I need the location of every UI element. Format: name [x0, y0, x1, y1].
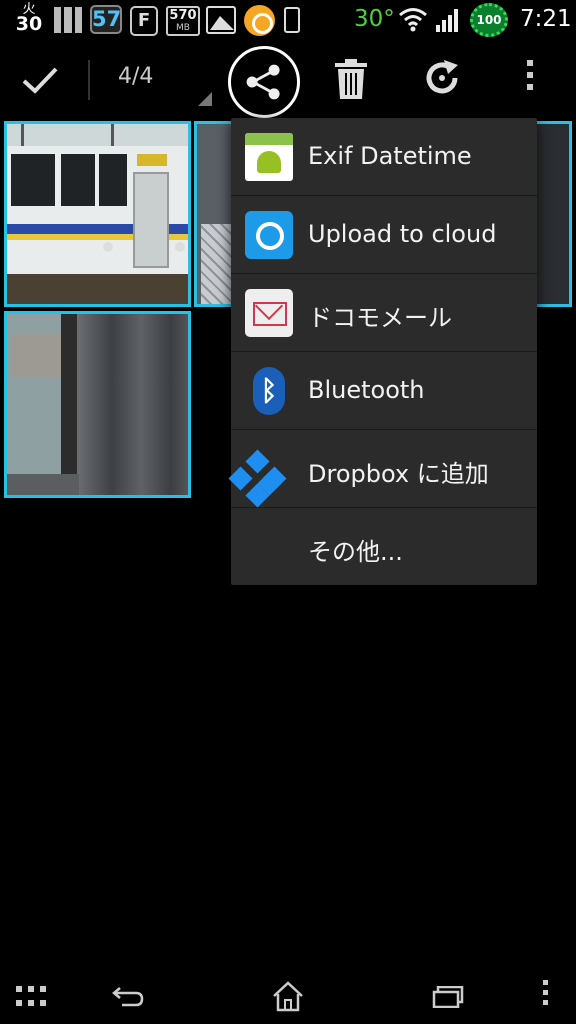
menu-item-docomo-mail[interactable]: ドコモメール	[231, 274, 537, 352]
menu-item-upload-to-cloud[interactable]: Upload to cloud	[231, 196, 537, 274]
status-bar: 火 30 57 F 570 MB 30° 100 7:21	[0, 0, 576, 40]
train-door	[133, 172, 169, 268]
gallery-icon	[206, 6, 236, 34]
apps-icon[interactable]	[16, 986, 50, 1008]
action-bar-divider	[88, 60, 90, 100]
window-house	[11, 334, 63, 378]
action-bar: 4/4	[0, 40, 576, 118]
signal-icon	[436, 9, 458, 32]
menu-item-dropbox[interactable]: Dropbox に追加	[231, 430, 537, 508]
menu-item-exif-datetime[interactable]: Exif Datetime	[231, 118, 537, 196]
window-sill	[7, 474, 79, 495]
menu-item-label: Dropbox に追加	[308, 460, 489, 488]
track	[7, 274, 188, 304]
wifi-icon	[399, 8, 427, 32]
menu-icon[interactable]	[540, 980, 550, 1010]
rotate-icon[interactable]	[422, 58, 462, 98]
phone-icon	[284, 7, 300, 33]
train-window	[11, 154, 55, 206]
mail-icon	[245, 289, 293, 337]
notification-count-icon: 57	[90, 5, 122, 34]
memory-value: 570	[169, 8, 197, 23]
memory-unit: MB	[176, 23, 190, 33]
menu-item-label: Bluetooth	[308, 376, 425, 404]
menu-item-label: Exif Datetime	[308, 142, 472, 170]
curtain	[77, 314, 188, 495]
menu-item-label: その他...	[308, 538, 403, 566]
storage-bars-icon	[54, 7, 82, 33]
thumb-dark-strip	[537, 124, 569, 304]
check-icon[interactable]	[20, 60, 60, 100]
train-light	[175, 242, 185, 252]
cloud-upload-icon	[245, 211, 293, 259]
menu-item-bluetooth[interactable]: ᛒ Bluetooth	[231, 352, 537, 430]
dropbox-icon	[245, 445, 293, 493]
train-window	[61, 154, 95, 206]
back-icon[interactable]	[110, 984, 146, 1008]
clock: 7:21	[520, 6, 572, 32]
recent-apps-icon[interactable]	[432, 986, 464, 1008]
menu-item-more[interactable]: その他...	[231, 508, 537, 586]
overflow-icon[interactable]	[518, 60, 542, 100]
home-icon[interactable]	[270, 978, 306, 1014]
selection-counter: 4/4	[118, 64, 154, 89]
memory-icon: 570 MB	[166, 6, 200, 36]
calendar-icon: 火 30	[14, 3, 44, 37]
day-number: 30	[15, 13, 43, 35]
train-sign	[137, 154, 167, 166]
battery-icon: 100	[470, 3, 508, 37]
menu-item-label: Upload to cloud	[308, 220, 497, 248]
trash-icon[interactable]	[334, 58, 368, 100]
android-app-icon	[245, 133, 293, 181]
share-button[interactable]	[228, 46, 300, 118]
share-icon	[246, 64, 280, 100]
share-menu: Exif Datetime Upload to cloud ドコモメール ᛒ B…	[231, 118, 537, 585]
f-app-icon: F	[130, 6, 158, 36]
counter-dropdown-indicator[interactable]	[198, 92, 212, 106]
window-frame	[61, 314, 77, 495]
orange-app-icon	[244, 5, 275, 36]
train-light	[103, 242, 113, 252]
temperature-text: 30°	[354, 6, 395, 32]
train-window	[99, 154, 127, 206]
navigation-bar	[0, 964, 576, 1024]
bluetooth-icon: ᛒ	[253, 367, 285, 415]
thumbnail-window[interactable]	[4, 311, 191, 498]
thumbnail-train[interactable]	[4, 121, 191, 307]
menu-item-label: ドコモメール	[308, 304, 452, 332]
